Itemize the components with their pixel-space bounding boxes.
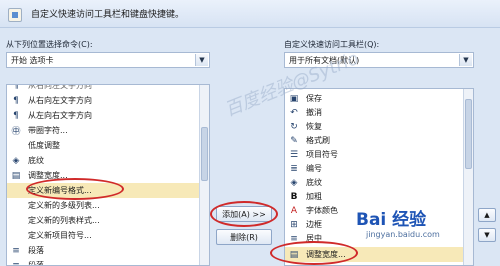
- shading-icon: ◈: [290, 177, 298, 188]
- scroll-thumb[interactable]: [465, 99, 472, 169]
- list-item[interactable]: ✎ 格式刷: [285, 133, 465, 148]
- center-icon: ≡: [290, 233, 298, 244]
- list-item[interactable]: ¶ 从右向左文字方向: [7, 93, 201, 108]
- left-scrollbar[interactable]: [199, 85, 209, 265]
- list-item[interactable]: ◈ 底纹: [7, 153, 201, 168]
- paragraph-icon: ≡: [12, 260, 20, 266]
- enclosed-char-icon: ㊥: [11, 127, 21, 137]
- list-item[interactable]: ≡ 段落: [7, 243, 201, 258]
- list-item-selected[interactable]: ▤ 调整宽度...: [285, 247, 465, 262]
- bold-icon: B: [290, 191, 298, 202]
- list-item[interactable]: ≣ 编号: [285, 161, 465, 176]
- add-button[interactable]: 添加(A) >>: [216, 206, 272, 222]
- width-icon: ▤: [289, 249, 299, 260]
- list-item-selected[interactable]: 定义新编号格式...: [7, 183, 201, 198]
- customize-toolbar-dropdown[interactable]: 用于所有文档(默认) ▼: [284, 52, 474, 68]
- choose-commands-dropdown[interactable]: 开始 选项卡 ▼: [6, 52, 210, 68]
- commands-listbox[interactable]: ¶ 从右向左文字方向 ¶ 从右向左文字方向 ¶ 从左向右文字方向 ㊥带圈字符... 低…: [6, 84, 210, 266]
- list-item[interactable]: ≡ 段落: [7, 258, 201, 266]
- paragraph-icon: ≡: [12, 245, 20, 256]
- move-down-button[interactable]: ▼: [478, 228, 496, 242]
- list-item[interactable]: ☰ 项目符号: [285, 147, 465, 162]
- scroll-thumb[interactable]: [201, 127, 208, 181]
- list-item[interactable]: ¶ 从左向右文字方向: [7, 108, 201, 123]
- rtl-icon: ¶: [13, 84, 19, 91]
- undo-icon: ↶: [290, 107, 298, 118]
- list-item[interactable]: ¶ 从右向左文字方向: [7, 84, 201, 93]
- list-item[interactable]: 定义新项目符号...: [7, 228, 201, 243]
- shading-icon: ◈: [12, 155, 20, 166]
- redo-icon: ↻: [290, 121, 298, 132]
- toolbar-listbox[interactable]: ▣ 保存 ↶ 撤消 ↻ 恢复 ✎ 格式刷 ☰ 项目符号 ≣ 编号 ◈ 底纹 B 加粗 A 字体颜色…: [284, 88, 474, 266]
- remove-button[interactable]: 删除(R): [216, 229, 272, 245]
- chevron-down-icon[interactable]: ▼: [195, 54, 208, 66]
- customize-toolbar-label: 自定义快速访问工具栏(Q):: [284, 40, 380, 49]
- customize-toolbar-value: 用于所有文档(默认): [289, 55, 360, 65]
- list-item[interactable]: ◈ 底纹: [285, 175, 465, 190]
- list-item[interactable]: ↶ 撤消: [285, 105, 465, 120]
- baidu-logo: Bai 经验: [356, 210, 427, 230]
- choose-commands-value: 开始 选项卡: [11, 55, 54, 65]
- list-item[interactable]: ▤ 调整宽度...: [7, 168, 201, 183]
- right-scrollbar[interactable]: [463, 89, 473, 265]
- list-item[interactable]: ↻ 恢复: [285, 119, 465, 134]
- header-title: 自定义快速访问工具栏和键盘快捷键。: [31, 10, 185, 20]
- choose-commands-label: 从下列位置选择命令(C):: [6, 40, 93, 49]
- ltr-icon: ¶: [13, 110, 19, 121]
- font-color-icon: A: [290, 205, 298, 216]
- numbering-icon: ≣: [290, 163, 298, 174]
- baidu-url: jingyan.baidu.com: [366, 230, 440, 239]
- triangle-down-icon: ▼: [484, 231, 490, 239]
- list-item[interactable]: B 加粗: [285, 189, 465, 204]
- customize-icon: [8, 8, 22, 22]
- chevron-down-icon[interactable]: ▼: [459, 54, 472, 66]
- border-icon: ⊞: [290, 219, 298, 230]
- move-up-button[interactable]: ▲: [478, 208, 496, 222]
- adjust-icon: [10, 140, 22, 152]
- list-item[interactable]: 定义新的多级列表...: [7, 198, 201, 213]
- list-item[interactable]: 低度调整: [7, 138, 201, 153]
- list-item[interactable]: ㊥带圈字符...: [7, 123, 201, 138]
- width-icon: ▤: [11, 170, 21, 181]
- list-item[interactable]: 定义新的列表样式...: [7, 213, 201, 228]
- rtl-icon: ¶: [13, 95, 19, 106]
- format-painter-icon: ✎: [290, 135, 298, 146]
- save-icon: ▣: [289, 93, 299, 104]
- bullets-icon: ☰: [289, 149, 299, 160]
- list-item[interactable]: ▣ 保存: [285, 91, 465, 106]
- triangle-up-icon: ▲: [484, 211, 490, 219]
